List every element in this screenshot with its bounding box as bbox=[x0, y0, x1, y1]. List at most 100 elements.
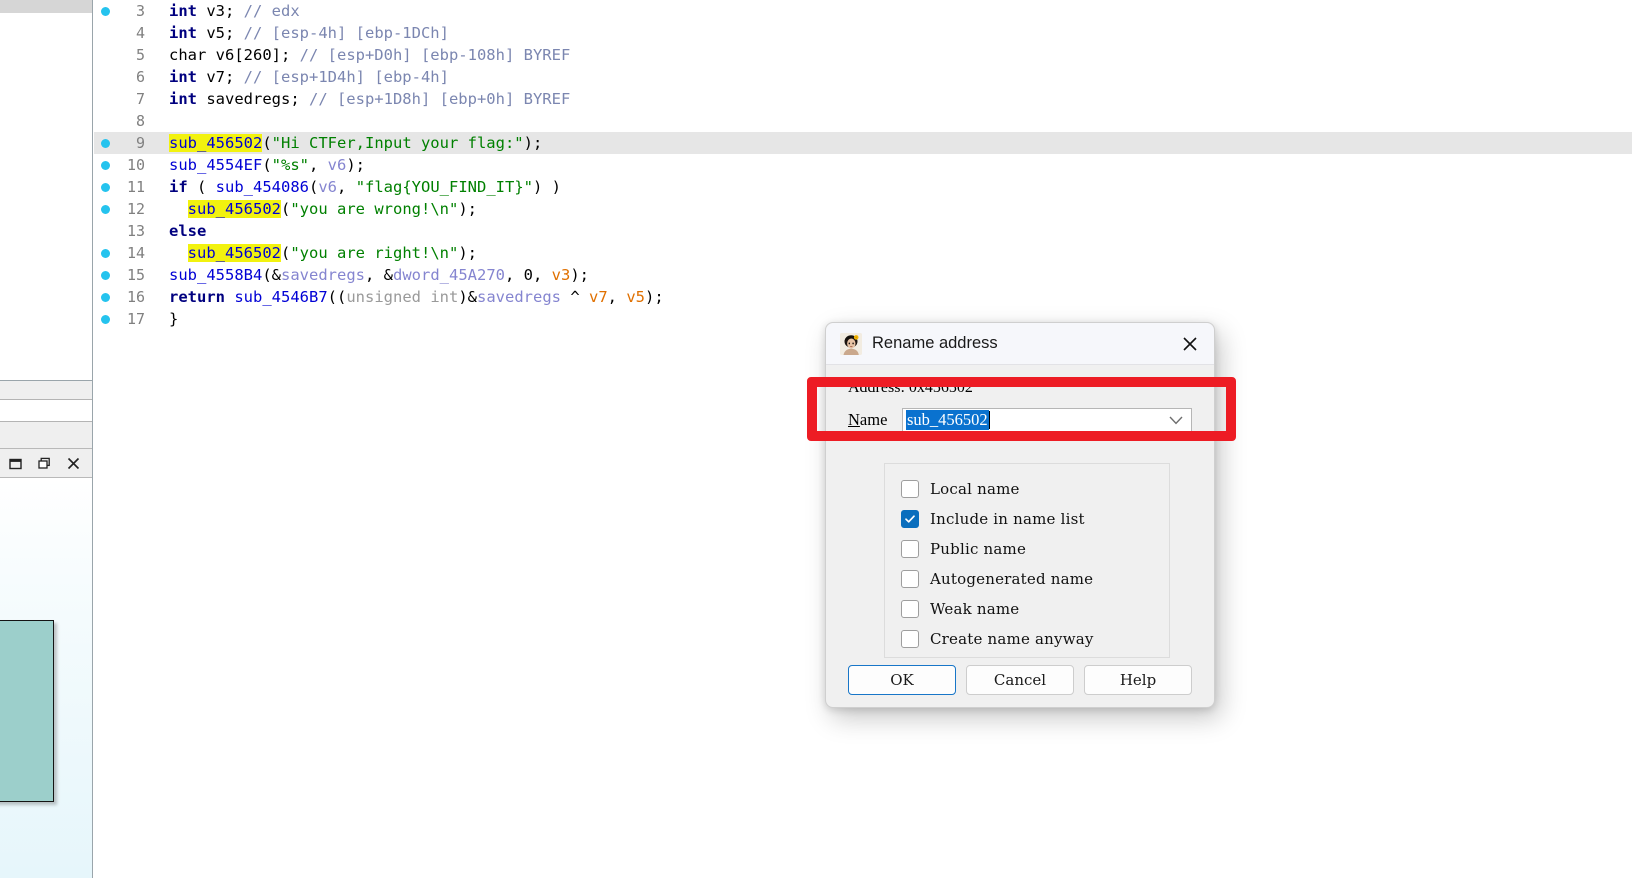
option-row[interactable]: Public name bbox=[901, 534, 1169, 564]
breakpoint-dot-icon bbox=[100, 160, 110, 170]
code-line[interactable]: 5 char v6[260]; // [esp+D0h] [ebp-108h] B… bbox=[94, 44, 1632, 66]
code-line[interactable]: 9 sub_456502("Hi CTFer,Input your flag:")… bbox=[94, 132, 1632, 154]
graph-node[interactable] bbox=[0, 620, 54, 802]
breakpoint-marker[interactable] bbox=[94, 198, 116, 220]
option-row[interactable]: Local name bbox=[901, 474, 1169, 504]
code-token: v5; bbox=[197, 24, 244, 42]
code-line[interactable]: 7 int savedregs; // [esp+1D8h] [ebp+0h] B… bbox=[94, 88, 1632, 110]
breakpoint-slot[interactable] bbox=[94, 220, 116, 242]
name-input-value[interactable]: sub_456502 bbox=[906, 410, 989, 430]
graph-view-area[interactable] bbox=[0, 478, 92, 878]
breakpoint-dot-icon bbox=[100, 138, 110, 148]
code-line-text: return sub_4546B7((unsigned int)&savedre… bbox=[149, 286, 1632, 308]
code-token: ( bbox=[309, 178, 319, 196]
code-line[interactable]: 3 int v3; // edx bbox=[94, 0, 1632, 22]
code-token: // [esp+1D8h] [ebp+0h] BYREF bbox=[308, 90, 571, 108]
line-number: 11 bbox=[126, 178, 145, 196]
breakpoint-marker[interactable] bbox=[94, 154, 116, 176]
help-button[interactable]: Help bbox=[1084, 665, 1192, 695]
code-token: v6 bbox=[327, 156, 347, 174]
restore-icon[interactable] bbox=[7, 455, 24, 472]
option-row[interactable]: Autogenerated name bbox=[901, 564, 1169, 594]
code-line[interactable]: 8 bbox=[94, 110, 1632, 132]
code-token: ^ bbox=[561, 288, 589, 306]
breakpoint-marker[interactable] bbox=[94, 132, 116, 154]
code-line[interactable]: 11 if ( sub_454086(v6, "flag{YOU_FIND_IT}… bbox=[94, 176, 1632, 198]
text-caret bbox=[988, 411, 990, 429]
breakpoint-marker[interactable] bbox=[94, 264, 116, 286]
code-line-text: sub_4554EF("%s", v6); bbox=[149, 154, 1632, 176]
code-line[interactable]: 16 return sub_4546B7((unsigned int)&saved… bbox=[94, 286, 1632, 308]
breakpoint-slot[interactable] bbox=[94, 66, 116, 88]
breakpoint-dot-icon bbox=[100, 182, 110, 192]
code-token: int bbox=[169, 90, 197, 108]
code-token: ); bbox=[346, 156, 366, 174]
code-token: savedregs bbox=[477, 288, 561, 306]
dialog-titlebar: Rename address bbox=[826, 323, 1214, 365]
code-line-text: else bbox=[149, 220, 1632, 242]
code-line[interactable]: 13 else bbox=[94, 220, 1632, 242]
checkbox-icon[interactable] bbox=[901, 480, 919, 498]
breakpoint-marker[interactable] bbox=[94, 0, 116, 22]
code-token: int bbox=[169, 24, 197, 42]
breakpoint-marker[interactable] bbox=[94, 176, 116, 198]
checkbox-icon[interactable] bbox=[901, 570, 919, 588]
code-line[interactable]: 10 sub_4554EF("%s", v6); bbox=[94, 154, 1632, 176]
code-token: sub_4554EF bbox=[169, 156, 263, 174]
code-line[interactable]: 15 sub_4558B4(&savedregs, &dword_45A270, … bbox=[94, 264, 1632, 286]
option-row[interactable]: Create name anyway bbox=[901, 624, 1169, 654]
breakpoint-marker[interactable] bbox=[94, 242, 116, 264]
chevron-down-icon[interactable] bbox=[1169, 409, 1183, 432]
line-number: 16 bbox=[126, 288, 145, 306]
code-token: , 0, bbox=[504, 266, 552, 284]
code-line[interactable]: 14 sub_456502("you are right!\n"); bbox=[94, 242, 1632, 264]
code-line[interactable]: 12 sub_456502("you are wrong!\n"); bbox=[94, 198, 1632, 220]
code-token: , bbox=[309, 156, 328, 174]
left-panel-input-field[interactable] bbox=[0, 400, 92, 422]
breakpoint-slot[interactable] bbox=[94, 88, 116, 110]
close-icon[interactable] bbox=[65, 455, 82, 472]
name-combobox[interactable]: sub_456502 bbox=[902, 407, 1192, 433]
code-token: savedregs bbox=[281, 266, 365, 284]
breakpoint-marker[interactable] bbox=[94, 308, 116, 330]
code-token: ); bbox=[458, 200, 477, 218]
breakpoint-marker[interactable] bbox=[94, 286, 116, 308]
code-token: ( bbox=[187, 178, 216, 196]
checkbox-icon[interactable] bbox=[901, 540, 919, 558]
option-row[interactable]: Weak name bbox=[901, 594, 1169, 624]
code-token: "you are right!\n" bbox=[290, 244, 459, 262]
name-options-group: Local name Include in name list Public nam… bbox=[884, 463, 1170, 658]
dialog-close-icon[interactable] bbox=[1172, 328, 1208, 360]
code-token: ( bbox=[281, 244, 291, 262]
cancel-button[interactable]: Cancel bbox=[966, 665, 1074, 695]
ok-button[interactable]: OK bbox=[848, 665, 956, 695]
rename-address-dialog[interactable]: Rename address Address: 0x456502 Name su… bbox=[825, 322, 1215, 708]
code-token: if bbox=[169, 178, 188, 196]
code-line-text: int v5; // [esp-4h] [ebp-1DCh] bbox=[149, 22, 1632, 44]
code-token: "Hi CTFer,Input your flag:" bbox=[271, 134, 524, 152]
breakpoint-slot[interactable] bbox=[94, 44, 116, 66]
code-token: unsigned int bbox=[346, 288, 459, 306]
checkbox-icon[interactable] bbox=[901, 600, 919, 618]
code-token: )& bbox=[458, 288, 477, 306]
breakpoint-slot[interactable] bbox=[94, 22, 116, 44]
code-line[interactable]: 4 int v5; // [esp-4h] [ebp-1DCh] bbox=[94, 22, 1632, 44]
maximize-icon[interactable] bbox=[36, 455, 53, 472]
checkbox-icon[interactable] bbox=[901, 630, 919, 648]
option-row[interactable]: Include in name list bbox=[901, 504, 1169, 534]
app-portrait-icon bbox=[840, 332, 862, 355]
code-token: (( bbox=[327, 288, 347, 306]
option-label: Public name bbox=[930, 540, 1027, 558]
code-token: sub_4558B4 bbox=[169, 266, 263, 284]
screen: 3 int v3; // edx 4 int v5; // [esp-4h] [ebp… bbox=[0, 0, 1632, 878]
checkbox-checked-icon[interactable] bbox=[901, 510, 919, 528]
breakpoint-slot[interactable] bbox=[94, 110, 116, 132]
code-line[interactable]: 6 int v7; // [esp+1D4h] [ebp-4h] bbox=[94, 66, 1632, 88]
code-token: int bbox=[169, 68, 197, 86]
left-panel-spacer bbox=[0, 422, 92, 448]
code-token: ( bbox=[281, 200, 291, 218]
code-token: v3; bbox=[197, 2, 244, 20]
left-panel-titlebar bbox=[0, 0, 92, 13]
